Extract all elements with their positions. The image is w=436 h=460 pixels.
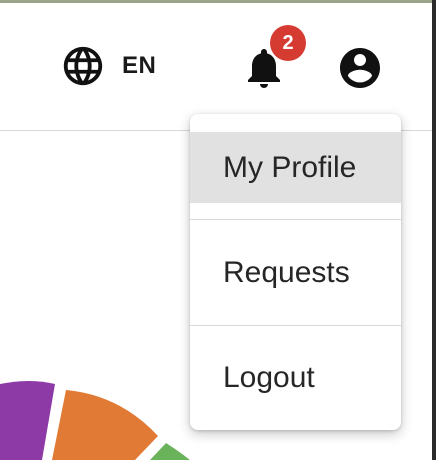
account-dropdown-menu: My Profile Requests Logout [190, 114, 401, 430]
language-selector-button[interactable]: EN [60, 44, 156, 88]
menu-item-label: Requests [223, 256, 350, 289]
notification-count-badge: 2 [270, 25, 306, 61]
menu-item-label: Logout [223, 361, 315, 394]
window-edge [432, 0, 436, 460]
account-menu-button[interactable] [336, 44, 384, 92]
globe-icon [63, 46, 103, 86]
donut-chart-fragment [0, 381, 190, 460]
chart-segment-green [150, 443, 190, 460]
menu-item-my-profile[interactable]: My Profile [190, 132, 401, 203]
menu-item-requests[interactable]: Requests [190, 220, 401, 326]
chart-segment-purple [0, 381, 55, 460]
menu-item-logout[interactable]: Logout [190, 326, 401, 430]
chart-segment-orange [52, 390, 158, 460]
account-circle-icon [340, 48, 380, 88]
menu-item-label: My Profile [223, 150, 357, 184]
language-code: EN [122, 52, 157, 79]
